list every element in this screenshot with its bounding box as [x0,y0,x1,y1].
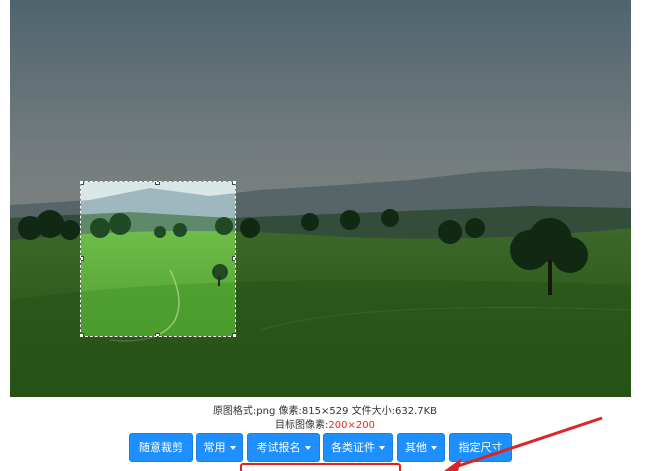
crop-handle-bottom-right[interactable] [232,333,235,336]
crop-handle-bottom-left[interactable] [81,333,84,336]
original-image-info: 原图格式:png 像素:815×529 文件大小:632.7KB [212,406,438,417]
annotation-highlight-box [240,463,401,471]
chevron-down-icon [431,446,437,450]
other-label: 其他 [405,441,427,454]
specified-size-label: 指定尺寸 [458,441,503,454]
target-image-info: 目标图像素:200×200 [0,416,650,431]
free-crop-button[interactable]: 随意裁剪 [129,433,193,462]
specified-size-button[interactable]: 指定尺寸 [449,433,512,462]
page: 原图格式:png 像素:815×529 文件大小:632.7KB 目标图像素:2… [0,0,650,471]
target-size-value: 200×200 [328,420,375,431]
certificates-dropdown-button[interactable]: 各类证件 [323,433,393,462]
crop-handle-right[interactable] [232,256,235,261]
chevron-down-icon [379,446,385,450]
common-dropdown-button[interactable]: 常用 [196,433,243,462]
common-label: 常用 [203,441,226,454]
chevron-down-icon [229,446,236,450]
exam-registration-label: 考试报名 [256,441,301,454]
free-crop-label: 随意裁剪 [139,441,183,454]
crop-handle-left[interactable] [81,256,84,261]
crop-handle-bottom[interactable] [155,333,160,336]
crop-selection-box[interactable] [80,181,236,337]
crop-toolbar: 随意裁剪 常用 考试报名 各类证件 其他 指定尺寸 [0,433,650,463]
crop-handle-top-right[interactable] [232,182,235,185]
crop-handle-top-left[interactable] [81,182,84,185]
target-label: 目标图像素: [275,420,329,431]
other-dropdown-button[interactable]: 其他 [397,433,445,462]
crop-editor-canvas[interactable] [10,0,631,397]
certificates-label: 各类证件 [331,441,375,454]
exam-registration-dropdown-button[interactable]: 考试报名 [247,433,320,462]
chevron-down-icon [304,446,311,450]
crop-preview-image [81,182,235,336]
crop-handle-top[interactable] [155,182,160,185]
